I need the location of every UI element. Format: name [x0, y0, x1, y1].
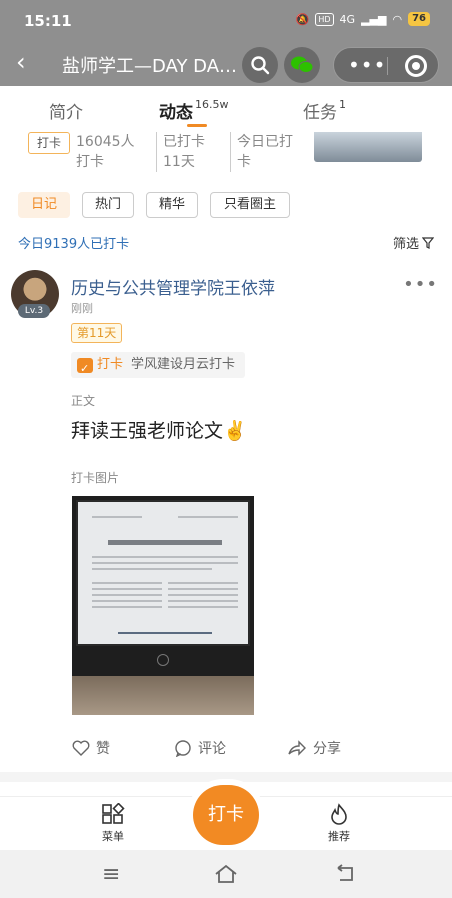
tab-bar: 简介 动态 16.5w 任务 1: [0, 86, 452, 132]
wechat-share-button[interactable]: [284, 47, 320, 83]
mute-icon: 🔕: [295, 12, 310, 26]
status-bar: 15:11 🔕 HD 4G ▂▄▆ ◠ 76: [0, 0, 452, 42]
back-arrow-icon[interactable]: ‹: [16, 50, 26, 74]
status-time: 15:11: [24, 12, 72, 30]
recommend-button[interactable]: 推荐: [309, 803, 369, 844]
more-menu-icon[interactable]: •••: [348, 53, 386, 77]
search-icon: [251, 56, 270, 75]
battery-indicator: 76: [408, 12, 430, 26]
checkin-topic-key: 打卡: [97, 357, 124, 372]
checkin-button[interactable]: 打卡: [193, 785, 259, 845]
level-badge: Lv.3: [18, 304, 50, 318]
grid-menu-icon: [102, 803, 125, 824]
menu-label: 菜单: [102, 830, 124, 843]
active-tab-indicator: [187, 124, 207, 127]
checkin-topic-name: 学风建设月云打卡: [131, 357, 236, 372]
signal-icon: ▂▄▆: [361, 12, 387, 26]
nav-bar: ‹ 盐师学工—DAY DA… •••: [0, 42, 452, 86]
wechat-icon: [291, 56, 314, 73]
search-button[interactable]: [242, 47, 278, 83]
filter-owner-only[interactable]: 只看圈主: [210, 192, 290, 218]
tab-feed[interactable]: 动态 16.5w: [159, 98, 229, 123]
comment-icon: [175, 739, 191, 757]
my-days-count: 已打卡11天: [156, 132, 220, 172]
tab-tasks[interactable]: 任务 1: [303, 98, 346, 123]
page-title: 盐师学工—DAY DA…: [62, 56, 238, 77]
comment-button[interactable]: 评论: [174, 738, 226, 758]
close-miniapp-icon[interactable]: [405, 55, 427, 77]
share-label: 分享: [313, 741, 341, 757]
filter-diary[interactable]: 日记: [18, 192, 70, 218]
circle-stats: 打卡 16045人打卡 已打卡11天 今日已打卡: [0, 132, 452, 174]
share-button[interactable]: 分享: [287, 738, 341, 758]
heart-icon: [72, 740, 90, 756]
daka-tag: 打卡: [28, 132, 71, 154]
today-checkin-count: 今日9139人已打卡: [18, 237, 130, 252]
post-author[interactable]: 历史与公共管理学院王依萍: [71, 274, 275, 299]
filter-button[interactable]: 筛选: [393, 233, 434, 252]
funnel-icon: [422, 236, 434, 249]
participant-count: 16045人打卡: [76, 134, 135, 170]
filter-label: 筛选: [392, 237, 419, 252]
post-body: 拜读王强老师论文✌️: [71, 420, 247, 442]
post-time: 刚刚: [71, 302, 93, 315]
share-arrow-icon: [288, 740, 306, 756]
feed-divider: [0, 772, 452, 782]
filter-hot[interactable]: 热门: [82, 192, 134, 218]
recommend-label: 推荐: [328, 830, 350, 843]
image-label: 打卡图片: [71, 471, 120, 485]
tab-tasks-count: 1: [339, 98, 346, 111]
status-icons: 🔕 HD 4G ▂▄▆ ◠ 76: [296, 12, 430, 26]
recent-apps-icon[interactable]: ≡: [102, 862, 120, 887]
network-label: 4G: [339, 12, 356, 26]
like-label: 赞: [96, 741, 110, 757]
calendar-check-icon: [77, 356, 93, 382]
back-nav-icon[interactable]: [334, 864, 356, 884]
photo-laptop-screen: [76, 500, 250, 646]
capsule-divider: [387, 57, 388, 75]
circle-cover-image[interactable]: [314, 132, 422, 162]
photo-document-heading: [108, 540, 222, 545]
post-more-icon[interactable]: •••: [403, 274, 438, 295]
hd-icon: HD: [315, 12, 334, 26]
filter-featured[interactable]: 精华: [146, 192, 198, 218]
system-nav-bar: ≡: [0, 850, 452, 898]
comment-label: 评论: [198, 741, 226, 757]
menu-button[interactable]: 菜单: [83, 803, 143, 844]
flame-icon: [331, 803, 347, 825]
body-label: 正文: [71, 394, 96, 408]
tab-intro[interactable]: 简介: [49, 98, 83, 123]
day-count-badge: 第11天: [71, 323, 123, 343]
checkin-photo[interactable]: [72, 496, 254, 715]
photo-laptop-logo: [157, 654, 169, 666]
like-button[interactable]: 赞: [72, 738, 110, 758]
wifi-icon: ◠: [392, 12, 403, 26]
today-status: 今日已打卡: [230, 132, 300, 172]
home-icon[interactable]: [214, 864, 238, 884]
miniapp-capsule: •••: [333, 47, 439, 83]
checkin-topic-tag[interactable]: 打卡 学风建设月云打卡: [71, 352, 246, 382]
photo-keyboard: [72, 676, 254, 715]
tab-feed-count: 16.5w: [195, 98, 229, 111]
